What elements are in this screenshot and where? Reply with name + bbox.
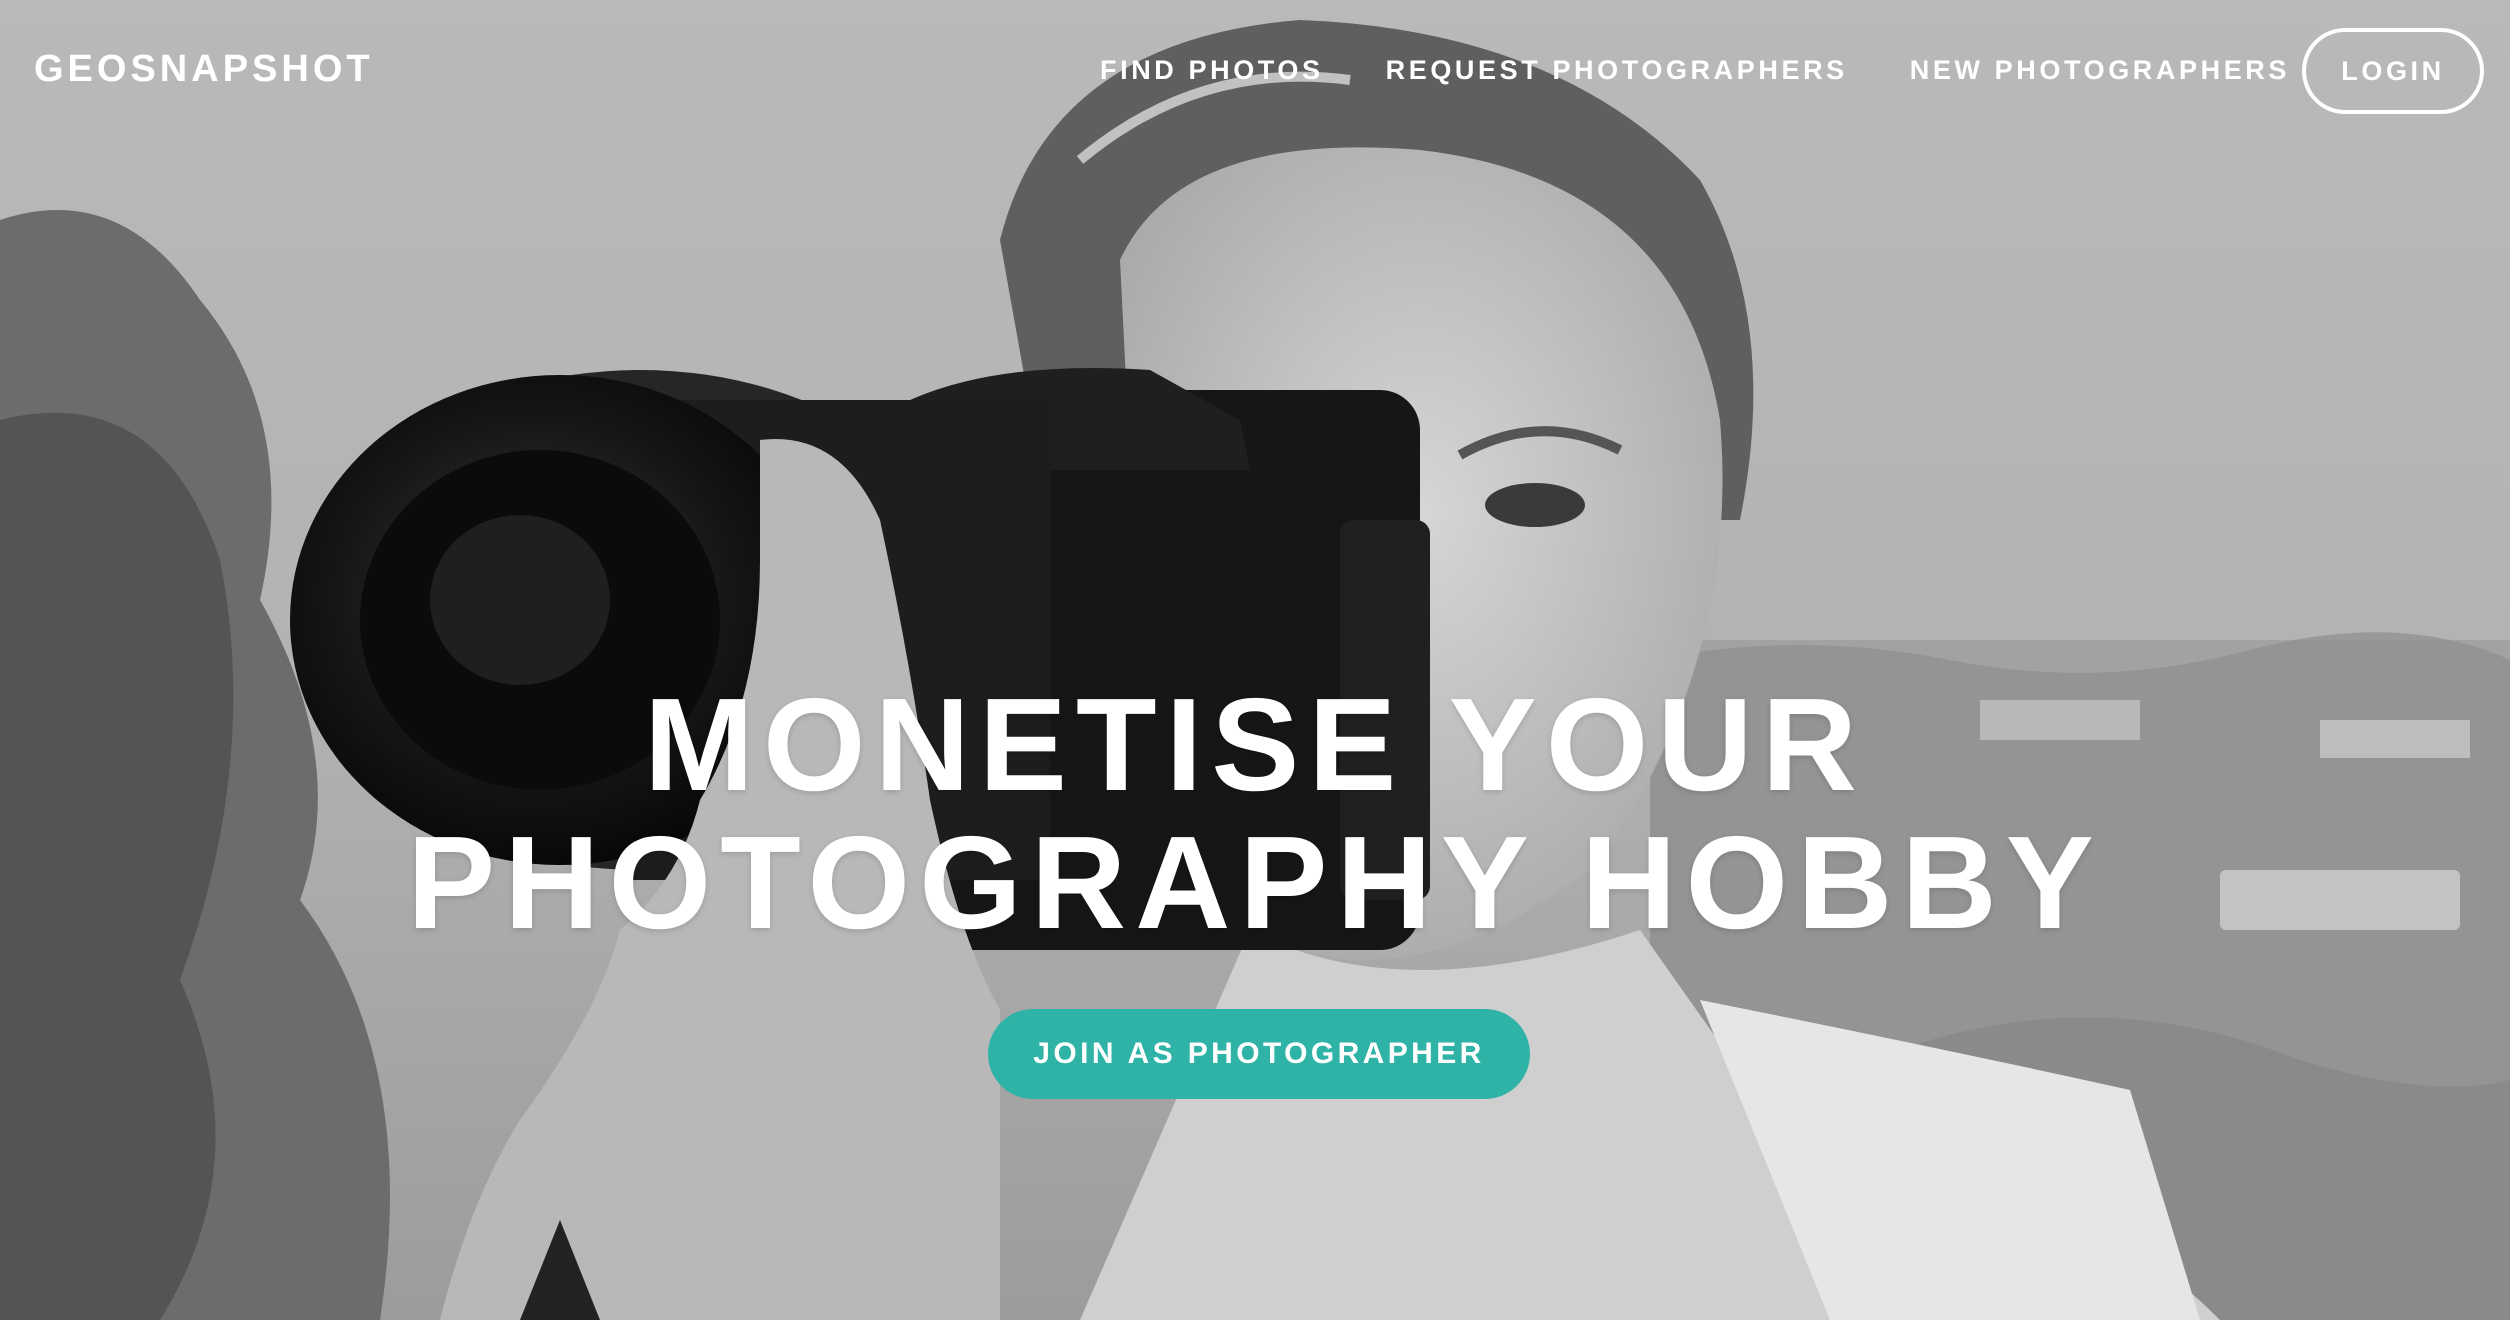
nav-link-new-photographers[interactable]: NEW PHOTOGRAPHERS: [1910, 52, 2290, 88]
join-as-photographer-button[interactable]: JOIN AS PHOTOGRAPHER: [988, 1009, 1530, 1099]
main-nav: FIND PHOTOS REQUEST PHOTOGRAPHERS NEW PH…: [1100, 52, 2352, 88]
login-button[interactable]: LOGIN: [2302, 28, 2484, 114]
site-logo[interactable]: GEOSNAPSHOT: [34, 46, 374, 92]
top-navigation-bar: GEOSNAPSHOT FIND PHOTOS REQUEST PHOTOGRA…: [0, 0, 2510, 140]
hero-headline-line-2: PHOTOGRAPHY HOBBY: [407, 809, 2103, 956]
landing-page: GEOSNAPSHOT FIND PHOTOS REQUEST PHOTOGRA…: [0, 0, 2510, 1320]
hero-headline-line-1: MONETISE YOUR: [643, 671, 1867, 818]
hero-background-image: [0, 0, 2510, 1320]
hero-headline: MONETISE YOUR PHOTOGRAPHY HOBBY: [0, 676, 2510, 952]
nav-link-find-photos[interactable]: FIND PHOTOS: [1100, 52, 1324, 88]
nav-link-request-photographers[interactable]: REQUEST PHOTOGRAPHERS: [1386, 52, 1848, 88]
